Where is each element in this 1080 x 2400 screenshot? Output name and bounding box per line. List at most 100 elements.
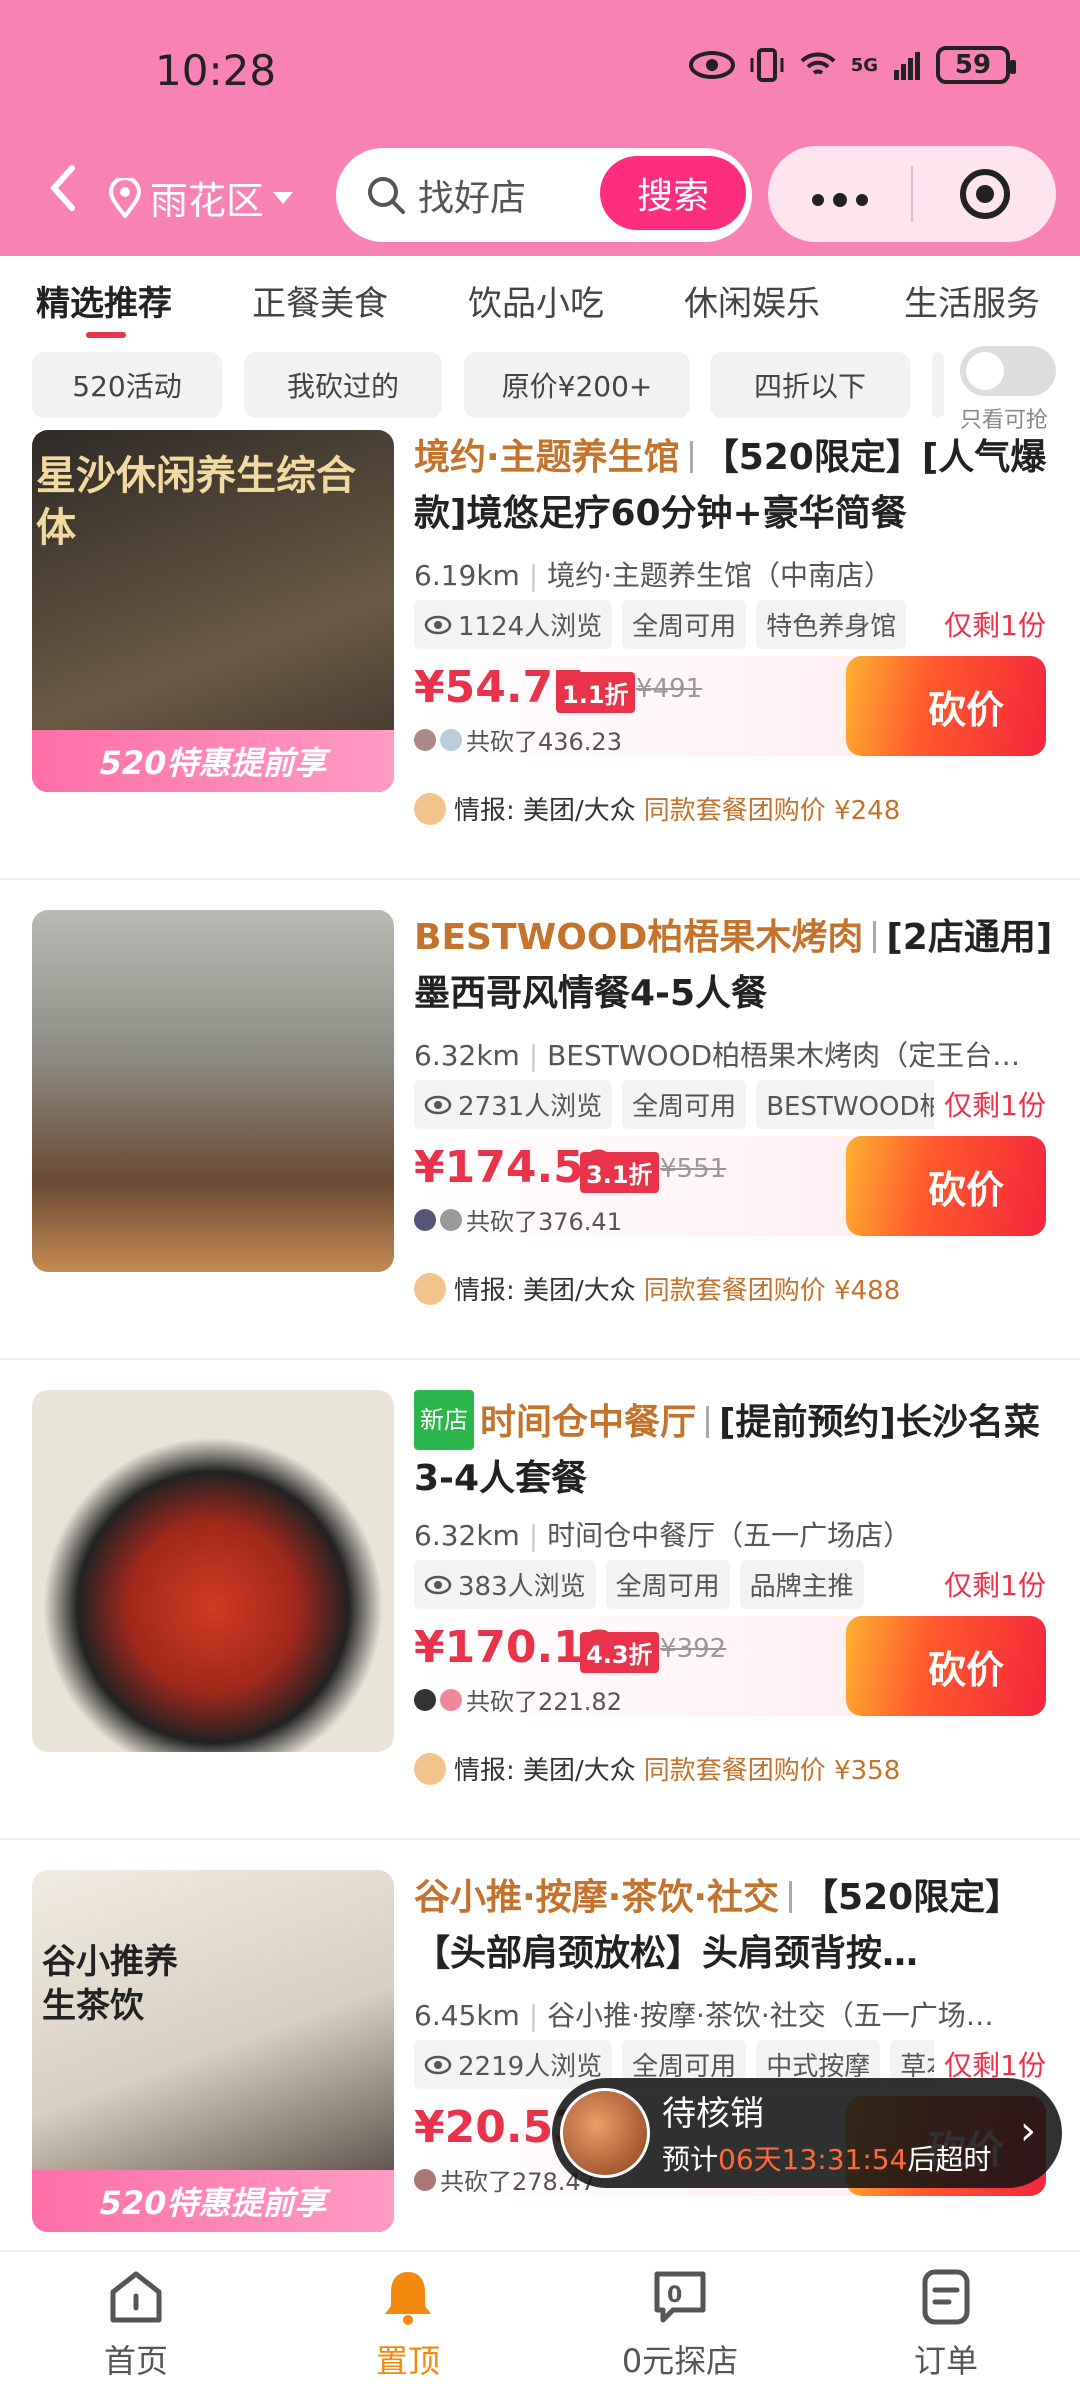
pending-title: 待核销 — [662, 2094, 764, 2134]
eye-icon — [424, 1575, 452, 1594]
avatar — [414, 1208, 436, 1231]
shop-name: BESTWOOD柏梧果木烤肉 — [414, 917, 864, 958]
price-intel: 情报: 美团/大众 同款套餐团购价 ¥358 — [414, 1750, 900, 1787]
deal-thumbnail — [32, 910, 394, 1272]
distance: 6.19km — [414, 559, 520, 592]
tag: BESTWOOD柏 — [756, 1080, 934, 1129]
pending-verification-panel[interactable]: 待核销 预计06天13:31:54后超时 › — [552, 2078, 1062, 2188]
discount-badge: 3.1折 — [580, 1152, 659, 1193]
distance: 6.45km — [414, 1999, 520, 2032]
more-button[interactable] — [768, 171, 911, 217]
cut-text: 共砍了436.23 — [466, 728, 622, 756]
store-name: 谷小推·按摩·茶饮·社交（五一广场… — [547, 1999, 994, 2032]
intel-icon — [414, 1272, 446, 1305]
store-name: 时间仓中餐厅（五一广场店） — [547, 1519, 912, 1552]
location-selector[interactable]: 雨花区 — [108, 170, 294, 225]
deal-thumbnail — [32, 1390, 394, 1752]
chat-zero-icon: 0 — [654, 2271, 706, 2323]
filter-chip-my-cuts[interactable]: 我砍过的 — [244, 352, 442, 418]
remaining-count: 仅剩1份 — [944, 1569, 1046, 1602]
price-box: ¥170.18 4.3折 ¥392 共砍了221.82 砍价 — [414, 1616, 1046, 1716]
tab-recommended[interactable]: 精选推荐 — [36, 276, 172, 325]
bargain-button[interactable]: 砍价 — [846, 1136, 1046, 1236]
filter-chip-overflow — [932, 352, 944, 418]
tab-dining[interactable]: 正餐美食 — [252, 276, 388, 325]
deal-title: 新店 时间仓中餐厅 [提前预约]长沙名菜3-4人套餐 — [414, 1390, 1054, 1507]
nav-label: 订单 — [913, 2342, 978, 2380]
remaining-count: 仅剩1份 — [944, 1089, 1046, 1122]
deal-card[interactable]: 星沙休闲养生综合体 520特惠提前享 境约·主题养生馆 【520限定】[人气爆款]… — [0, 430, 1080, 880]
views-count: 1124人浏览 — [458, 612, 603, 642]
bell-icon — [385, 2272, 431, 2325]
target-icon — [959, 169, 1010, 219]
cut-amount: 共砍了376.41 — [414, 1202, 622, 1237]
deal-card[interactable]: 谷小推养生茶饮 520特惠提前享 谷小推·按摩·茶饮·社交 【520限定】【头部肩… — [0, 1840, 1080, 2250]
deal-meta: 6.19km | 境约·主题养生馆（中南店） — [414, 559, 892, 592]
avatar — [414, 1688, 436, 1711]
deal-title: 境约·主题养生馆 【520限定】[人气爆款]境悠足疗60分钟+豪华简餐 — [414, 430, 1054, 542]
intel-price: 同款套餐团购价 ¥248 — [643, 796, 901, 826]
intel-source: 情报: 美团/大众 — [454, 1276, 636, 1306]
filter-chip-40-percent[interactable]: 四折以下 — [710, 352, 910, 418]
filter-chip-price-200[interactable]: 原价¥200+ — [464, 352, 690, 418]
intel-source: 情报: 美团/大众 — [454, 796, 636, 826]
app-root: 10:28 5G 59 雨花区 找好店 搜索 精选推荐 正餐美食 饮品小吃 休闲… — [0, 0, 1080, 2400]
tag: 品牌主推 — [739, 1560, 864, 1609]
eye-icon — [424, 1095, 452, 1114]
intel-source: 情报: 美团/大众 — [454, 1756, 636, 1786]
caret-down-icon — [273, 191, 294, 204]
tag: 全周可用 — [622, 600, 747, 649]
deal-meta: 6.32km | BESTWOOD柏梧果木烤肉（定王台… — [414, 1039, 1021, 1072]
views-tag: 2731人浏览 — [414, 1080, 613, 1129]
pending-countdown: 预计06天13:31:54后超时 — [662, 2138, 991, 2178]
nav-orders[interactable]: 订单 — [866, 2266, 1026, 2382]
search-bar[interactable]: 找好店 搜索 — [336, 148, 752, 242]
tag: 全周可用 — [622, 1080, 747, 1129]
location-label: 雨花区 — [150, 179, 265, 223]
cut-text: 共砍了376.41 — [466, 1208, 622, 1236]
avatar — [440, 1688, 462, 1711]
nav-free-visit[interactable]: 0 0元探店 — [600, 2266, 760, 2382]
category-tabs: 精选推荐 正餐美食 饮品小吃 休闲娱乐 生活服务 — [0, 256, 1080, 340]
nav-pin-top[interactable]: 置顶 — [328, 2266, 488, 2382]
price-box: ¥54.77 1.1折 ¥491 共砍了436.23 砍价 — [414, 656, 1046, 756]
back-button[interactable] — [48, 164, 78, 222]
close-program-button[interactable] — [913, 167, 1056, 221]
title-divider — [706, 1406, 710, 1438]
more-dots-icon — [811, 193, 868, 207]
views-tag: 1124人浏览 — [414, 600, 613, 649]
signal-icon — [894, 52, 920, 80]
chevron-left-icon — [49, 165, 75, 211]
new-store-badge: 新店 — [414, 1390, 474, 1450]
deal-card[interactable]: BESTWOOD柏梧果木烤肉 [2店通用]墨西哥风情餐4-5人餐 6.32km |… — [0, 880, 1080, 1360]
intel-price: 同款套餐团购价 ¥488 — [643, 1276, 901, 1306]
price-intel: 情报: 美团/大众 同款套餐团购价 ¥248 — [414, 790, 900, 827]
views-count: 2731人浏览 — [458, 1092, 603, 1122]
avatar — [440, 1208, 462, 1231]
search-button[interactable]: 搜索 — [600, 156, 746, 230]
avatar — [414, 728, 436, 751]
filter-chip-520[interactable]: 520活动 — [32, 352, 222, 418]
available-only-toggle[interactable] — [960, 346, 1056, 396]
bargain-button[interactable]: 砍价 — [846, 1616, 1046, 1716]
discount-badge: 1.1折 — [556, 672, 635, 713]
shop-name: 境约·主题养生馆 — [414, 437, 680, 478]
nav-label: 0元探店 — [621, 2342, 739, 2380]
status-bar: 10:28 5G 59 — [0, 0, 1080, 140]
cut-text: 共砍了221.82 — [466, 1688, 622, 1716]
original-price: ¥551 — [660, 1154, 727, 1184]
tag: 全周可用 — [605, 1560, 730, 1609]
tab-leisure[interactable]: 休闲娱乐 — [684, 276, 820, 325]
tab-life-services[interactable]: 生活服务 — [904, 276, 1040, 325]
deal-card[interactable]: 新店 时间仓中餐厅 [提前预约]长沙名菜3-4人套餐 6.32km | 时间仓中餐厅… — [0, 1360, 1080, 1840]
nav-home[interactable]: 首页 — [56, 2266, 216, 2382]
distance: 6.32km — [414, 1039, 520, 1072]
deal-tags: 2731人浏览 全周可用 BESTWOOD柏 — [414, 1080, 934, 1129]
bargain-button[interactable]: 砍价 — [846, 656, 1046, 756]
mini-program-capsule — [768, 146, 1056, 242]
tab-drinks-snacks[interactable]: 饮品小吃 — [468, 276, 604, 325]
deal-title: 谷小推·按摩·茶饮·社交 【520限定】【头部肩颈放松】头肩颈背按… — [414, 1870, 1054, 1982]
promo-banner: 520特惠提前享 — [32, 730, 394, 792]
order-icon — [922, 2269, 970, 2325]
active-tab-indicator — [86, 332, 126, 338]
